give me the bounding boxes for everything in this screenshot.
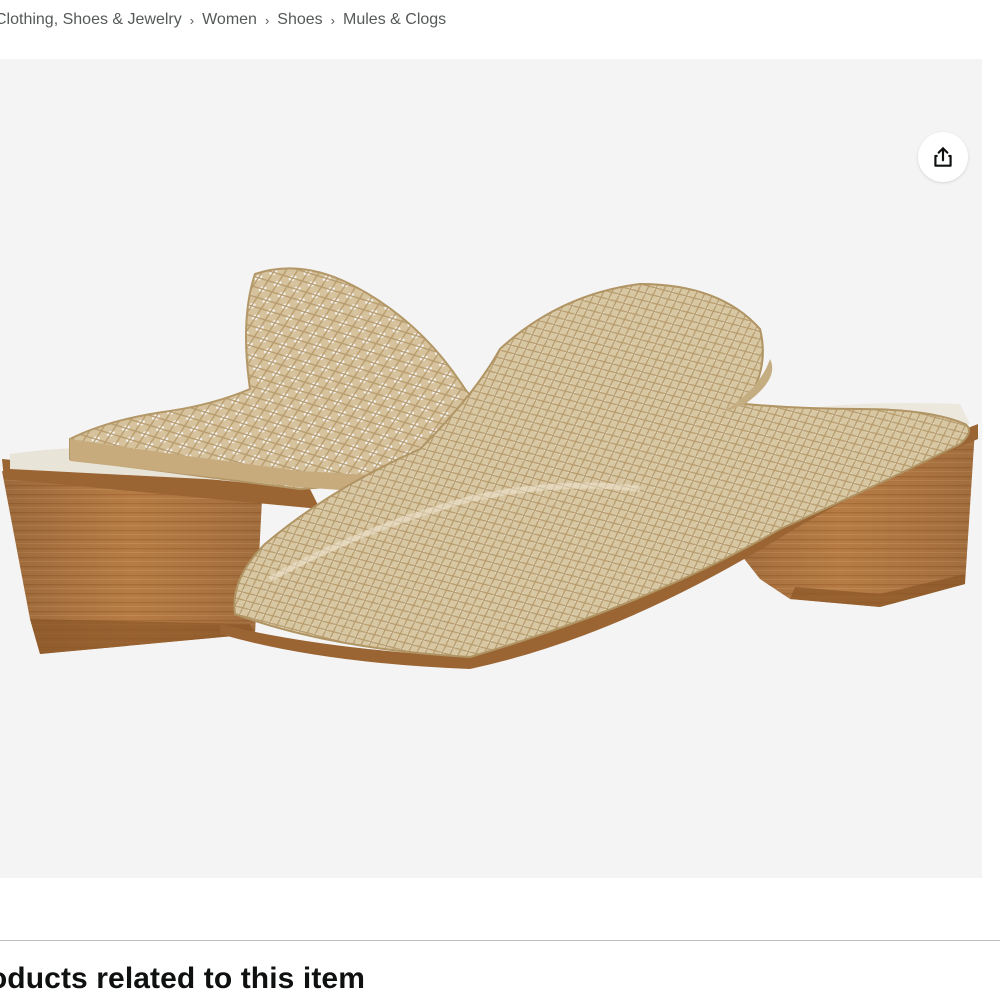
breadcrumb-item-women[interactable]: Women: [202, 11, 257, 29]
share-button[interactable]: [918, 132, 968, 182]
product-image[interactable]: [0, 59, 982, 878]
breadcrumb: Clothing, Shoes & Jewelry › Women › Shoe…: [0, 9, 446, 31]
breadcrumb-separator: ›: [189, 12, 195, 28]
breadcrumb-separator: ›: [264, 12, 270, 28]
breadcrumb-item-shoes[interactable]: Shoes: [277, 11, 322, 29]
product-image-panel[interactable]: [0, 59, 982, 878]
section-divider: [0, 940, 1000, 941]
share-icon: [934, 147, 952, 167]
breadcrumb-separator: ›: [330, 12, 336, 28]
breadcrumb-item-clothing[interactable]: Clothing, Shoes & Jewelry: [0, 11, 182, 29]
related-products-heading: Products related to this item: [0, 962, 365, 995]
breadcrumb-item-mules-clogs[interactable]: Mules & Clogs: [343, 11, 446, 29]
product-page: Clothing, Shoes & Jewelry › Women › Shoe…: [0, 0, 1000, 1000]
